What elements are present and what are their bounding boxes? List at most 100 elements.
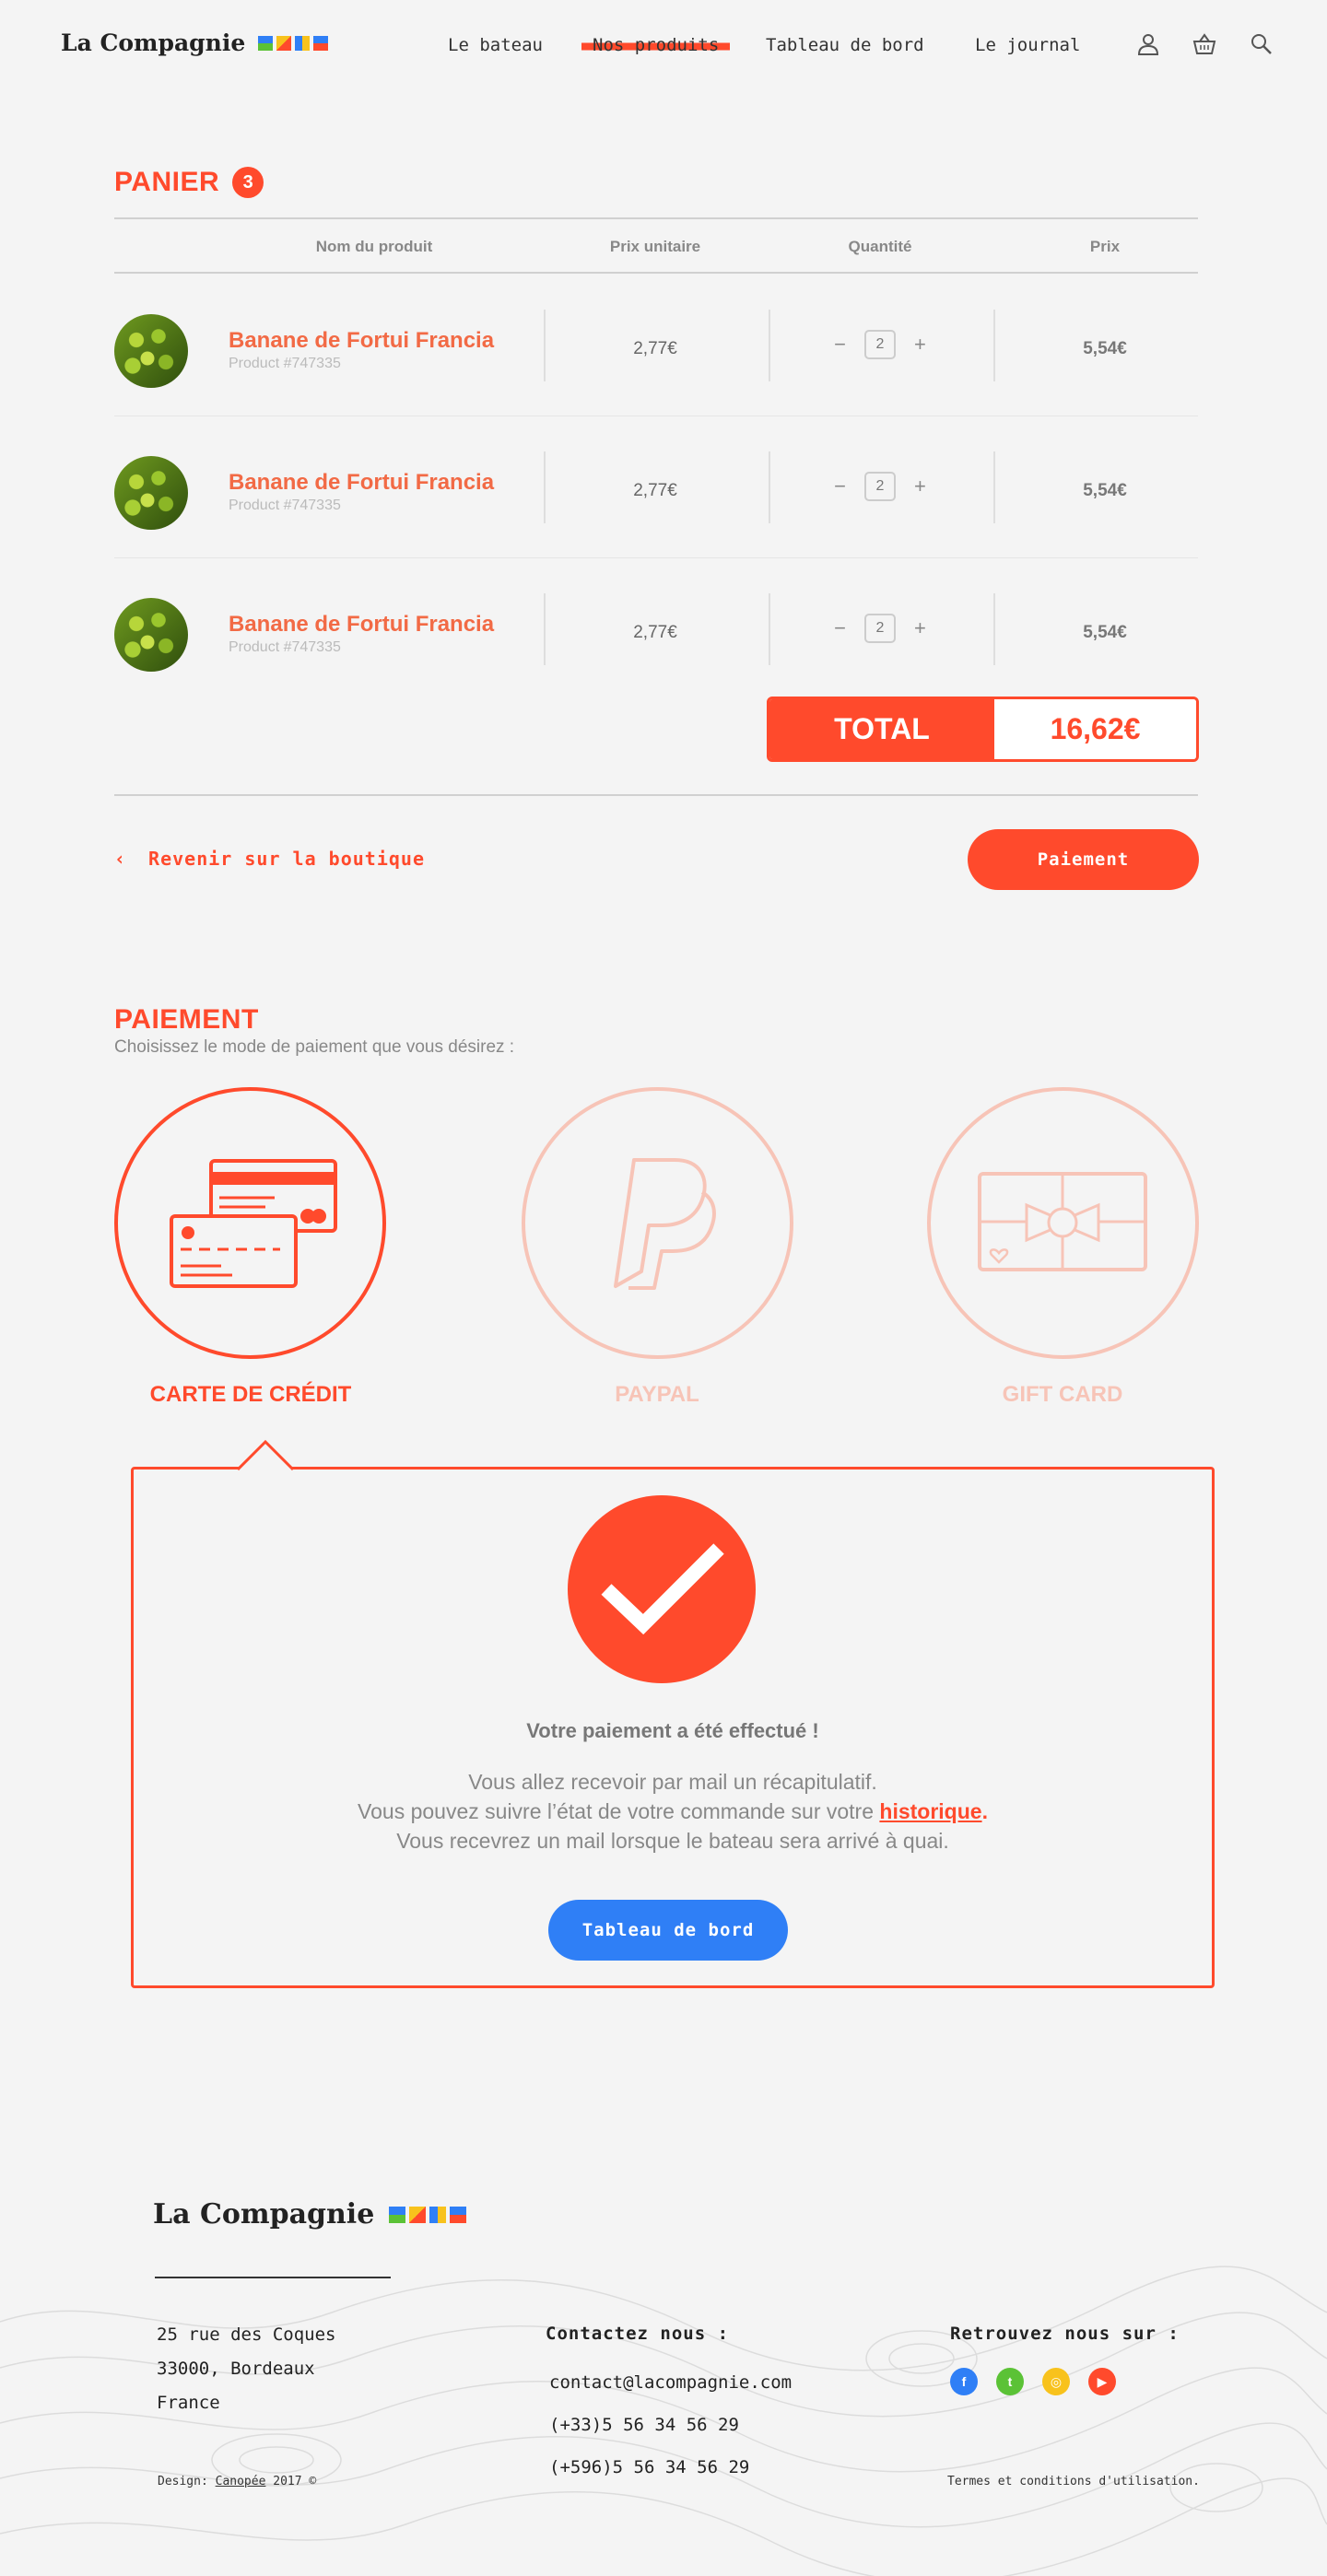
address-line: 33000, Bordeaux [157,2359,315,2379]
user-icon[interactable] [1135,31,1161,57]
address-line: France [157,2393,220,2413]
contact-heading: Contactez nous : [546,2324,730,2344]
confirmation-line-2: Vous pouvez suivre l’état de votre comma… [131,1797,1215,1826]
divider [114,794,1198,796]
back-to-shop-link[interactable]: ‹ Revenir sur la boutique [114,848,425,870]
gift-card-icon [978,1172,1147,1271]
product-name[interactable]: Banane de Fortui Francia [229,470,494,496]
product-thumbnail[interactable] [114,598,188,672]
nav-le-bateau[interactable]: Le bateau [448,35,543,55]
panel-pointer [238,1439,293,1470]
total-box: TOTAL 16,62€ [767,697,1199,762]
divider [114,272,1198,274]
line-price: 5,54€ [1083,339,1127,358]
divider [114,217,1198,219]
check-icon [601,1543,724,1635]
design-credit-prefix: Design: [158,2475,216,2488]
quantity-stepper: − 2 + [769,614,991,643]
increase-button[interactable]: + [914,474,926,498]
product-thumbnail[interactable] [114,456,188,530]
line-price: 5,54€ [1083,623,1127,642]
payment-method-label[interactable]: CARTE DE CRÉDIT [66,1382,435,1408]
increase-button[interactable]: + [914,333,926,357]
product-thumbnail[interactable] [114,314,188,388]
design-credit: Design: Canopée 2017 © [158,2475,316,2488]
search-icon[interactable] [1249,31,1274,57]
dashboard-button[interactable]: Tableau de bord [548,1900,788,1961]
contact-phone[interactable]: (+596)5 56 34 56 29 [549,2451,749,2485]
history-link[interactable]: historique [879,1799,981,1823]
payment-subtitle: Choisissez le mode de paiement que vous … [114,1037,515,1057]
confirmation-line-3: Vous recevrez un mail lorsque le bateau … [396,1829,949,1853]
payment-method-gift-card[interactable] [927,1087,1199,1359]
unit-price: 2,77€ [633,481,677,500]
paypal-icon [614,1158,716,1290]
product-ref: Product #747335 [229,639,341,655]
footer-address: 25 rue des Coques 33000, Bordeaux France [157,2318,335,2420]
contact-phone[interactable]: (+33)5 56 34 56 29 [549,2408,739,2442]
column-header-unit-price: Prix unitaire [609,238,701,255]
back-to-shop-label: Revenir sur la boutique [148,848,425,870]
confirmation-line-2-end: . [981,1799,988,1823]
column-header-price: Prix [1089,238,1121,255]
facebook-icon[interactable]: f [950,2368,978,2395]
success-check-circle [568,1495,756,1683]
total-label: TOTAL [769,699,994,759]
increase-button[interactable]: + [914,616,926,640]
product-name[interactable]: Banane de Fortui Francia [229,612,494,638]
basket-icon[interactable] [1192,31,1217,57]
payment-button[interactable]: Paiement [968,829,1199,890]
quantity-input[interactable]: 2 [864,614,896,643]
social-links: f t ◎ ▶ [950,2368,1116,2395]
product-name[interactable]: Banane de Fortui Francia [229,328,494,354]
address-line: 25 rue des Coques [157,2324,336,2345]
total-value: 16,62€ [994,699,1196,759]
footer-brand-name: La Compagnie [153,2198,375,2231]
confirmation-line-2-text: Vous pouvez suivre l’état de votre comma… [358,1799,880,1823]
cart-header: PANIER 3 [114,167,264,198]
cart-count-badge: 3 [232,167,264,198]
twitter-icon[interactable]: t [996,2368,1024,2395]
nav-le-journal[interactable]: Le journal [975,35,1080,55]
design-credit-link[interactable]: Canopée [216,2475,266,2488]
quantity-input[interactable]: 2 [864,472,896,501]
youtube-icon[interactable]: ▶ [1088,2368,1116,2395]
column-header-quantity: Quantité [848,238,912,255]
cart-row: Banane de Fortui Francia Product #747335… [114,416,1198,558]
design-credit-suffix: 2017 © [265,2475,317,2488]
nav-tableau-de-bord[interactable]: Tableau de bord [766,35,924,55]
credit-card-icon [170,1159,337,1288]
footer-brand-logo[interactable]: La Compagnie [153,2198,467,2231]
terms-link[interactable]: Termes et conditions d'utilisation. [947,2475,1200,2488]
nav-nos-produits[interactable]: Nos produits [581,35,731,55]
product-ref: Product #747335 [229,498,341,513]
payment-method-credit-card[interactable] [114,1087,386,1359]
confirmation-title: Votre paiement a été effectué ! [526,1719,819,1742]
quantity-stepper: − 2 + [769,472,991,501]
chevron-left-icon: ‹ [114,848,127,870]
product-ref: Product #747335 [229,356,341,371]
payment-title: PAIEMENT [114,1004,259,1035]
payment-method-label[interactable]: GIFT CARD [878,1382,1247,1408]
social-heading: Retrouvez nous sur : [950,2324,1180,2344]
instagram-icon[interactable]: ◎ [1042,2368,1070,2395]
unit-price: 2,77€ [633,623,677,642]
brand-squares-icon [389,2206,467,2223]
unit-price: 2,77€ [633,339,677,358]
column-header-product: Nom du produit [315,238,433,255]
decrease-button[interactable]: − [834,616,846,640]
decrease-button[interactable]: − [834,333,846,357]
payment-method-label[interactable]: PAYPAL [473,1382,841,1408]
cart-row: Banane de Fortui Francia Product #747335… [114,558,1198,700]
footer-divider [155,2277,391,2278]
quantity-stepper: − 2 + [769,330,991,359]
payment-method-paypal[interactable] [522,1087,793,1359]
decrease-button[interactable]: − [834,474,846,498]
quantity-input[interactable]: 2 [864,330,896,359]
brand-logo[interactable]: La Compagnie [61,29,329,56]
cart-title: PANIER [114,167,220,197]
brand-squares-icon [258,35,329,51]
contact-email[interactable]: contact@lacompagnie.com [549,2366,792,2400]
cart-row: Banane de Fortui Francia Product #747335… [114,275,1198,416]
confirmation-text: Vous allez recevoir par mail un récapitu… [131,1767,1215,1856]
